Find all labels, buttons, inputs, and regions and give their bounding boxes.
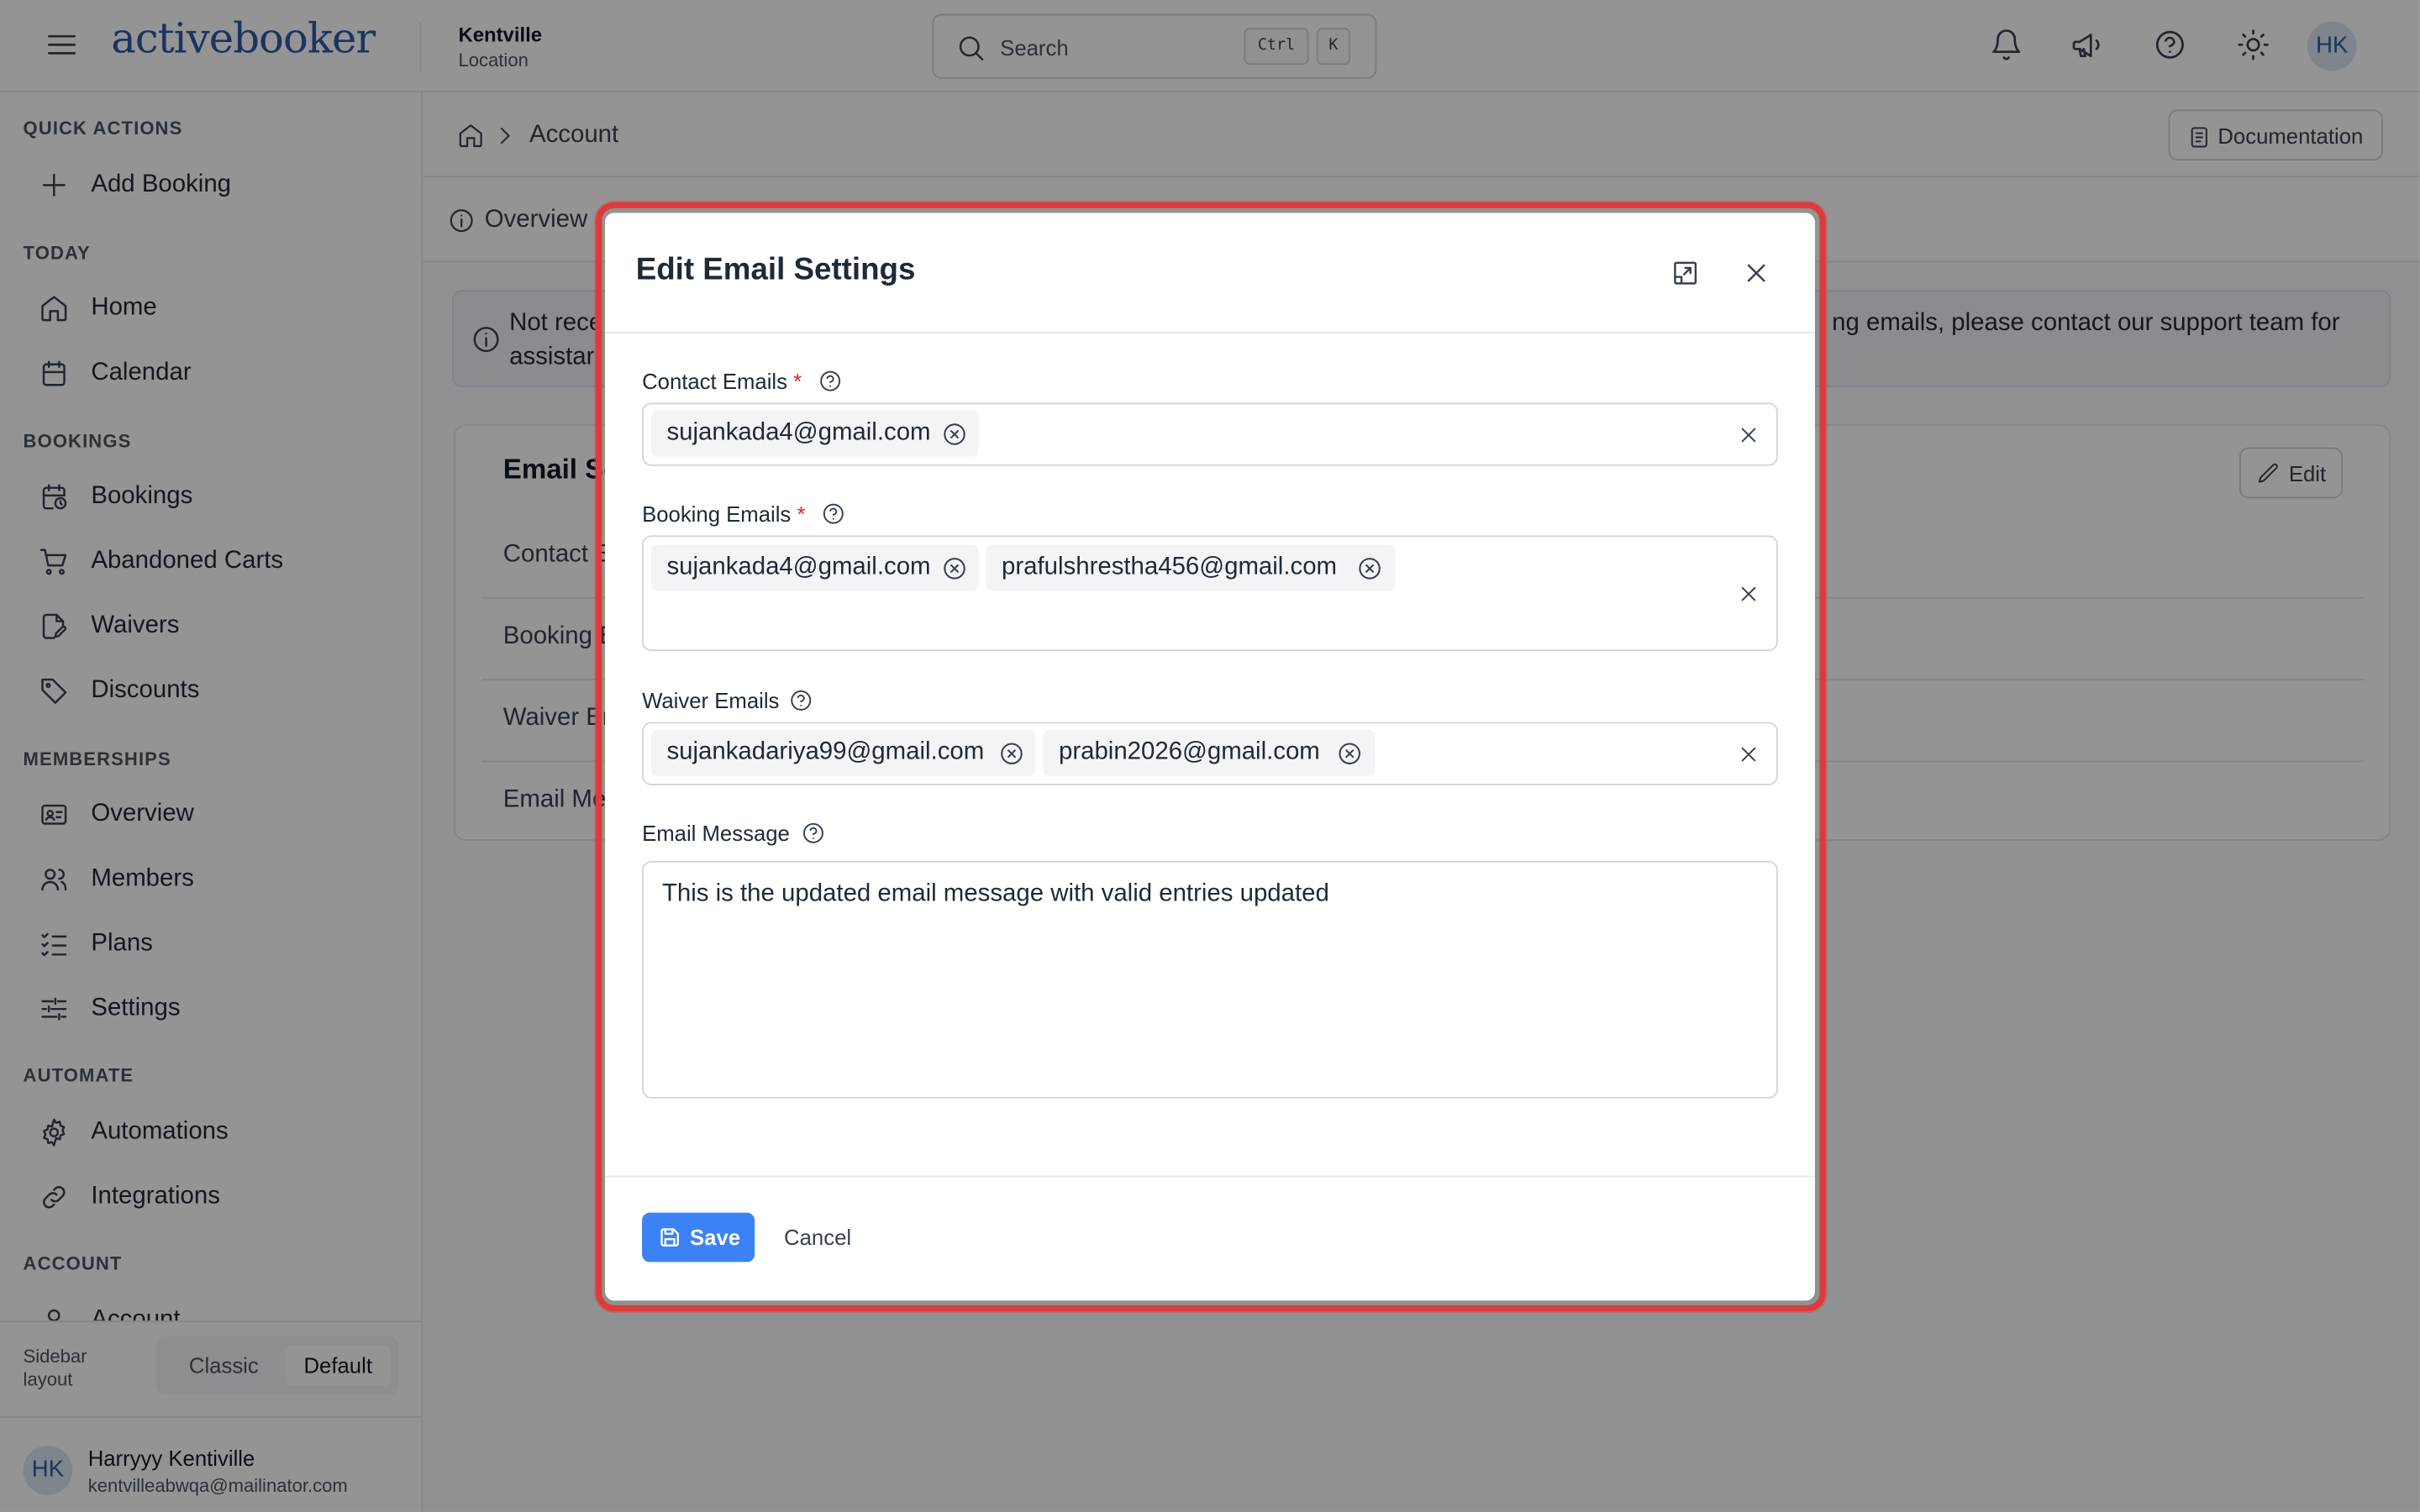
email-chip: sujankadariya99@gmail.com [651, 729, 1036, 776]
waiver-emails-label: Waiver Emails [642, 688, 780, 713]
remove-chip-icon[interactable] [1356, 555, 1382, 581]
close-icon[interactable] [1741, 258, 1772, 289]
divider [604, 1175, 1815, 1178]
booking-emails-input[interactable]: sujankada4@gmail.com prafulshrestha456@g… [642, 535, 1778, 652]
chip-label: sujankada4@gmail.com [666, 554, 931, 580]
chip-label: prafulshrestha456@gmail.com [1002, 554, 1338, 580]
expand-icon[interactable] [1670, 258, 1701, 289]
help-circle-icon[interactable] [801, 821, 825, 845]
remove-chip-icon[interactable] [941, 555, 967, 581]
email-message-textarea[interactable]: This is the updated email message with v… [642, 860, 1778, 1099]
dialog-title: Edit Email Settings [635, 253, 916, 287]
clear-icon[interactable] [1736, 423, 1760, 447]
chip-label: sujankada4@gmail.com [666, 419, 931, 446]
remove-chip-icon[interactable] [1337, 741, 1363, 767]
remove-chip-icon[interactable] [998, 741, 1024, 767]
save-button[interactable]: Save [642, 1212, 755, 1263]
remove-chip-icon[interactable] [941, 421, 967, 447]
email-chip: sujankada4@gmail.com [651, 544, 979, 591]
email-message-label: Email Message [642, 821, 790, 846]
chip-label: prabin2026@gmail.com [1058, 738, 1320, 766]
waiver-emails-input[interactable]: sujankadariya99@gmail.com prabin2026@gma… [642, 722, 1778, 785]
help-circle-icon[interactable] [789, 688, 813, 712]
booking-emails-label: Booking Emails * [642, 501, 806, 527]
email-chip: prafulshrestha456@gmail.com [986, 544, 1396, 591]
edit-email-settings-dialog: Edit Email Settings Contact Emails * suj… [604, 213, 1815, 1301]
clear-icon[interactable] [1736, 581, 1760, 606]
divider [604, 331, 1815, 333]
cancel-button[interactable]: Cancel [784, 1225, 851, 1249]
help-circle-icon[interactable] [821, 501, 845, 526]
contact-emails-label: Contact Emails * [642, 368, 802, 394]
clear-icon[interactable] [1736, 742, 1760, 766]
email-message-value: This is the updated email message with v… [661, 880, 1329, 907]
save-label: Save [690, 1225, 741, 1250]
contact-emails-input[interactable]: sujankada4@gmail.com [642, 402, 1778, 466]
chip-label: sujankadariya99@gmail.com [666, 738, 985, 766]
save-icon [660, 1228, 679, 1247]
email-chip: prabin2026@gmail.com [1043, 729, 1376, 776]
email-chip: sujankada4@gmail.com [651, 410, 979, 457]
help-circle-icon[interactable] [818, 369, 842, 393]
